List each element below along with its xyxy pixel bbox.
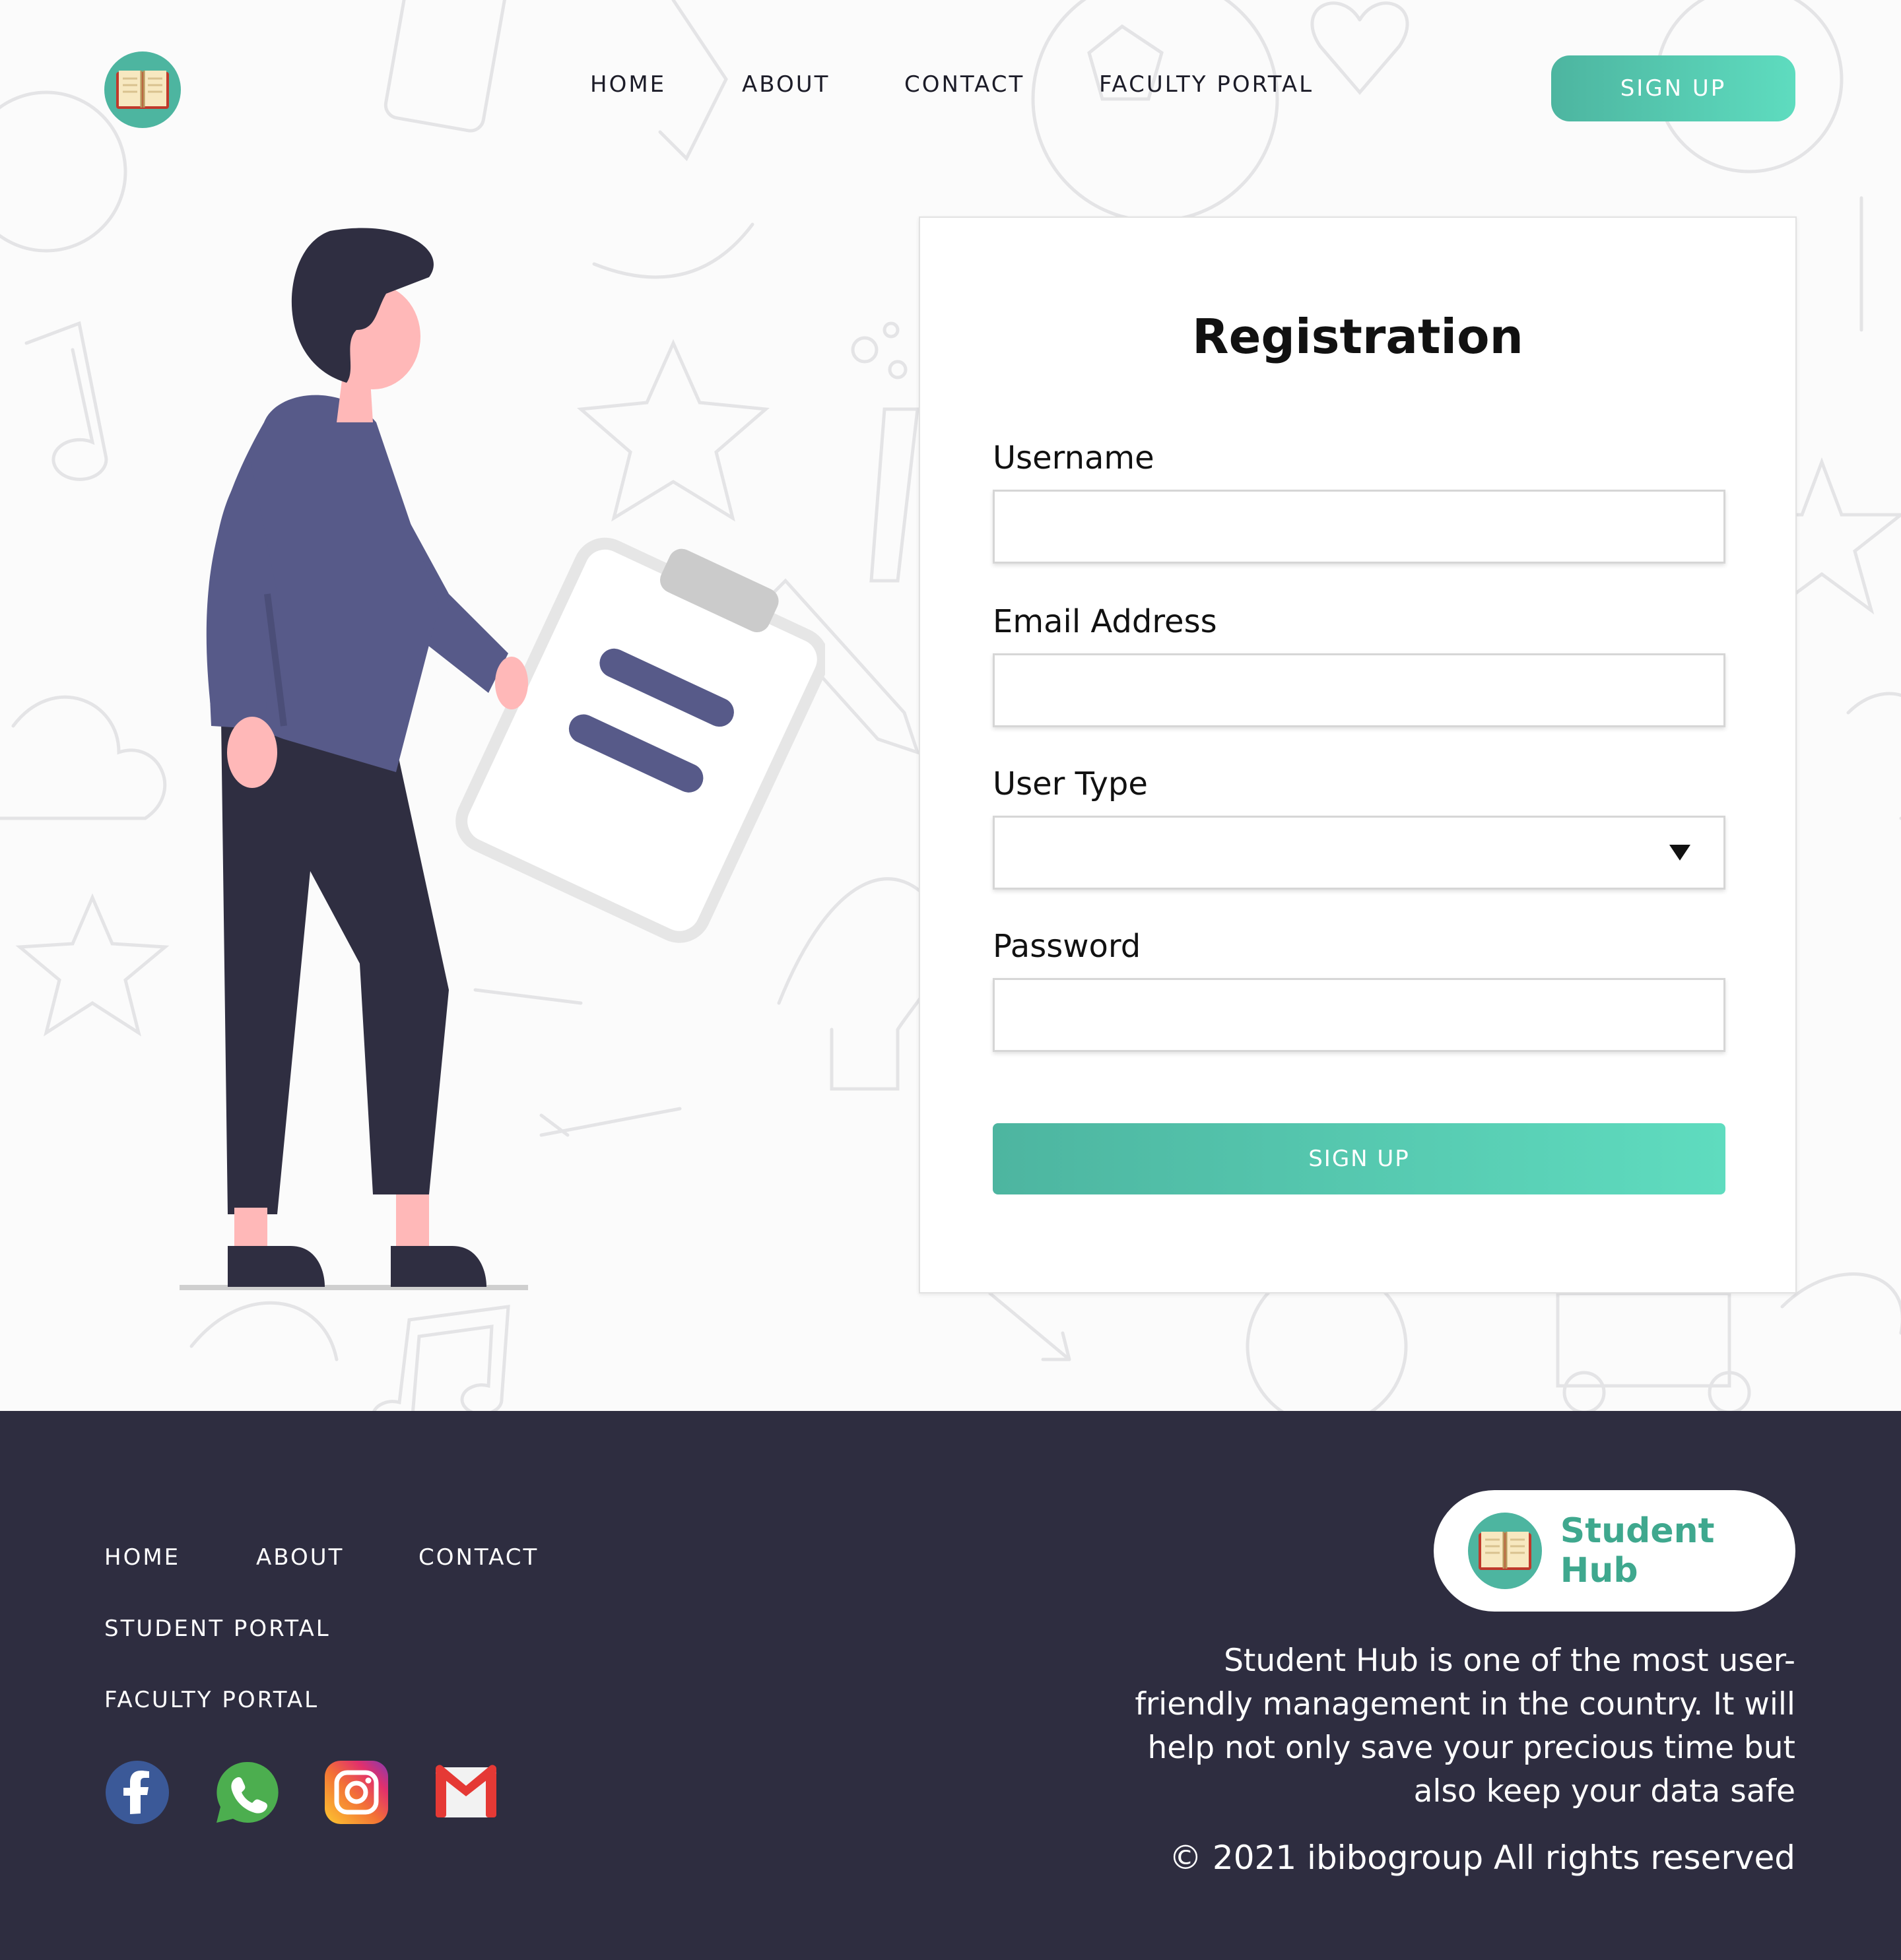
password-label: Password xyxy=(993,928,1141,965)
brand-name: Student Hub xyxy=(1560,1511,1715,1590)
gmail-icon[interactable] xyxy=(433,1759,499,1825)
footer-logo xyxy=(1468,1513,1542,1589)
nav-about[interactable]: ABOUT xyxy=(742,71,830,98)
header-signup-button[interactable]: SIGN UP xyxy=(1551,55,1795,121)
nav-contact[interactable]: CONTACT xyxy=(904,71,1024,98)
footer-link-about[interactable]: ABOUT xyxy=(256,1544,344,1571)
email-input[interactable] xyxy=(993,653,1725,727)
nav-home[interactable]: HOME xyxy=(590,71,666,98)
nav-faculty-portal[interactable]: FACULTY PORTAL xyxy=(1099,71,1314,98)
footer-link-home[interactable]: HOME xyxy=(104,1544,180,1571)
email-label: Email Address xyxy=(993,603,1217,640)
brand-badge[interactable]: Student Hub xyxy=(1434,1490,1795,1612)
logo[interactable] xyxy=(104,51,181,128)
instagram-icon[interactable] xyxy=(323,1759,389,1825)
registration-title: Registration xyxy=(1192,309,1523,364)
whatsapp-icon[interactable] xyxy=(214,1759,280,1825)
open-book-icon xyxy=(1478,1532,1531,1570)
footer-link-faculty-portal[interactable]: FACULTY PORTAL xyxy=(104,1687,319,1713)
signup-submit-button[interactable]: SIGN UP xyxy=(993,1123,1725,1194)
dropdown-caret-icon xyxy=(1669,845,1690,861)
user-type-select[interactable] xyxy=(993,816,1725,890)
person-with-clipboard-illustration xyxy=(180,228,825,1290)
footer-link-contact[interactable]: CONTACT xyxy=(418,1544,539,1571)
copyright-text: © 2021 ibibogroup All rights reserved xyxy=(1169,1839,1795,1877)
username-input[interactable] xyxy=(993,490,1725,564)
username-label: Username xyxy=(993,440,1154,476)
hero-section: HOME ABOUT CONTACT FACULTY PORTAL SIGN U… xyxy=(0,0,1901,1411)
user-type-label: User Type xyxy=(993,766,1148,802)
open-book-icon xyxy=(116,71,169,109)
password-input[interactable] xyxy=(993,978,1725,1052)
facebook-icon[interactable] xyxy=(104,1759,170,1825)
footer-link-student-portal[interactable]: STUDENT PORTAL xyxy=(104,1616,331,1642)
about-description: Student Hub is one of the most user-frie… xyxy=(1135,1643,1795,1810)
registration-card: Registration Username Email Address User… xyxy=(919,216,1797,1293)
